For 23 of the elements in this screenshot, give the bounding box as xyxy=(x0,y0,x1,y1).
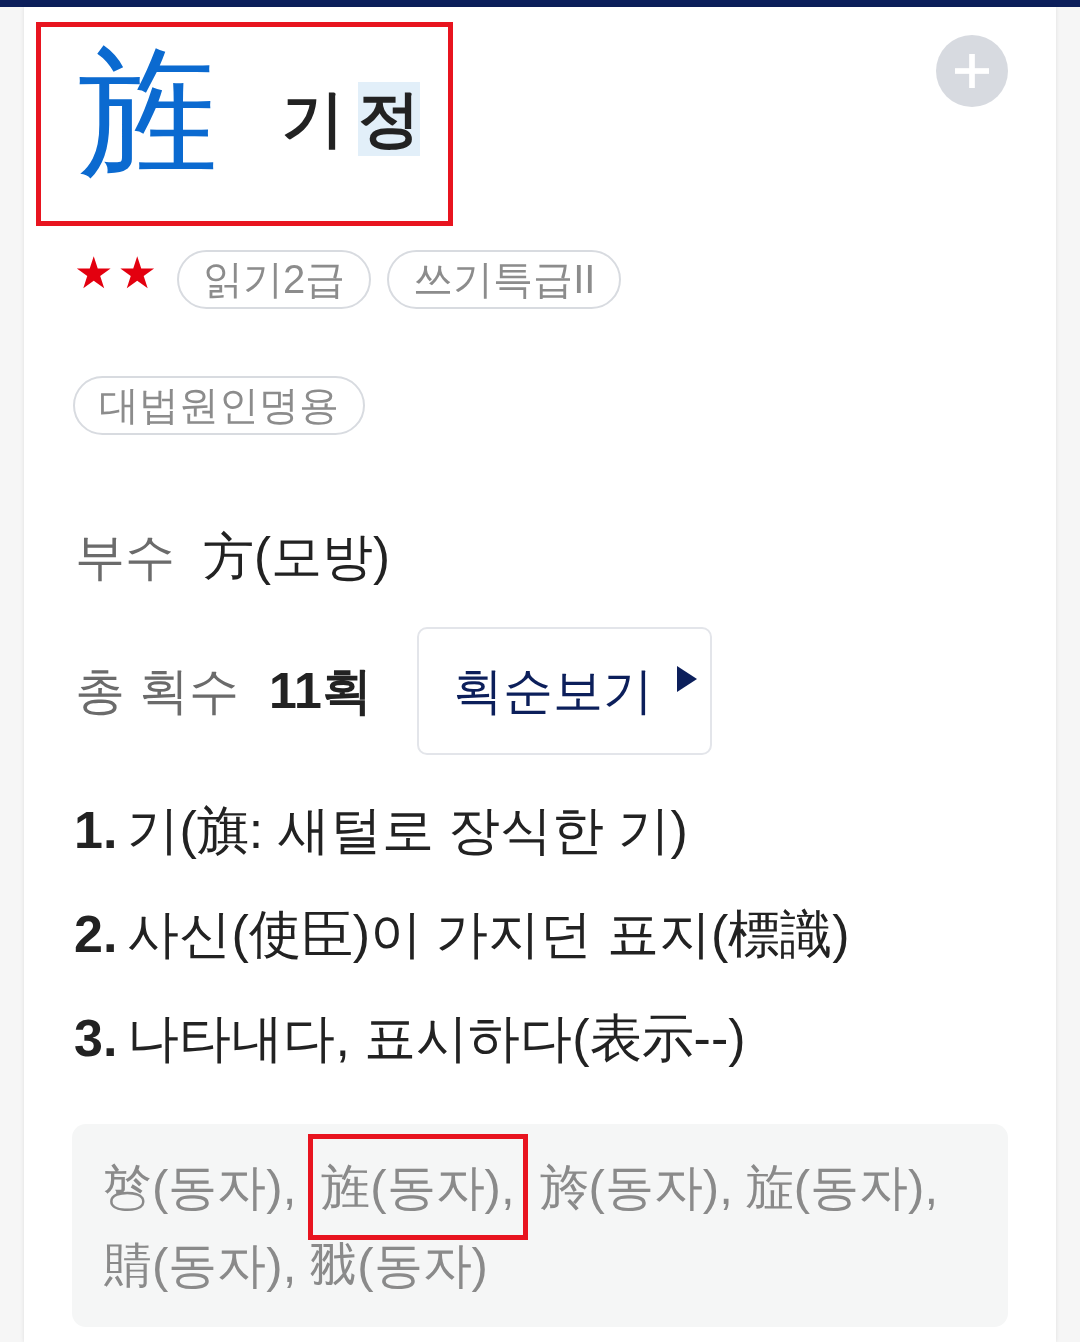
reading-text: 기 xyxy=(282,83,344,155)
meaning-number: 1. xyxy=(74,800,118,861)
importance-stars: ★★ xyxy=(74,250,161,296)
usage-tag: 대법원인명용 xyxy=(73,376,365,435)
variant-link[interactable]: 旌(동자), xyxy=(308,1134,528,1240)
grade-tag: 쓰기특급II xyxy=(387,250,622,309)
reading-text: 정 xyxy=(358,82,420,156)
stroke-order-button[interactable]: 획순보기 xyxy=(416,627,712,755)
variant-link[interactable]: 旍(동자), xyxy=(534,1143,738,1231)
radical-value: 方(모방) xyxy=(203,527,390,587)
stroke-count-value: 11획 xyxy=(268,662,372,721)
radical-label: 부수 xyxy=(75,528,175,587)
stroke-count-label: 총 획수 xyxy=(75,662,239,721)
caret-icon xyxy=(676,666,697,692)
meaning-text: 사신(使臣)이 가지던 표지(標識) xyxy=(127,904,850,965)
variant-link[interactable]: 㫌(동자), xyxy=(739,1143,943,1231)
meaning-number: 3. xyxy=(74,1008,118,1069)
meaning-text: 기(旗: 새털로 장식한 기) xyxy=(127,800,688,861)
grade-tag: 읽기2급 xyxy=(176,250,372,309)
meaning-number: 2. xyxy=(74,904,118,965)
hanja-character: 旌 xyxy=(78,43,218,183)
plus-icon xyxy=(955,54,989,88)
meaning-text: 나타내다, 표시하다(表示--) xyxy=(127,1008,746,1069)
